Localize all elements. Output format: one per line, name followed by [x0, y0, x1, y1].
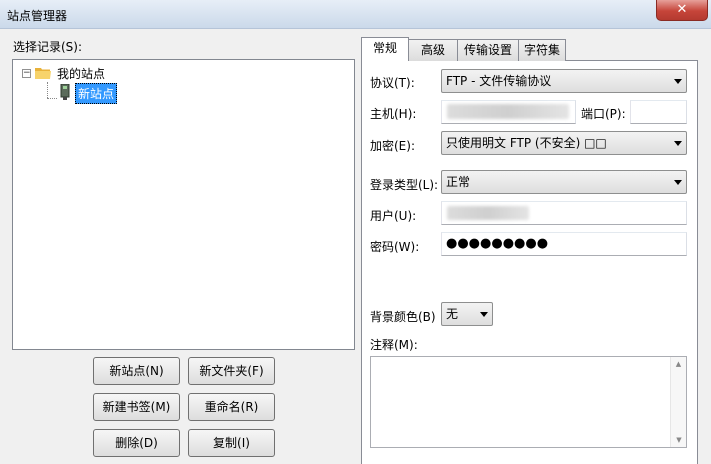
dropdown-arrow-icon — [674, 79, 682, 84]
tree-root-my-sites[interactable]: 我的站点 — [57, 65, 105, 82]
dropdown-arrow-icon — [674, 180, 682, 185]
protocol-label: 协议(T): — [370, 76, 415, 90]
protocol-value: FTP - 文件传输协议 — [446, 74, 552, 88]
new-folder-button[interactable]: 新文件夹(F) — [188, 357, 275, 385]
folder-icon — [35, 68, 51, 79]
tab-charset[interactable]: 字符集 — [518, 39, 566, 61]
logon-type-label: 登录类型(L): — [370, 178, 439, 192]
separator — [369, 294, 686, 295]
encryption-select[interactable]: 只使用明文 FTP (不安全) □□ — [441, 131, 687, 155]
tab-advanced[interactable]: 高级 — [408, 39, 458, 61]
scroll-up-icon[interactable]: ▲ — [671, 359, 686, 369]
logon-type-value: 正常 — [446, 175, 471, 189]
encryption-label: 加密(E): — [370, 139, 415, 153]
dropdown-arrow-icon — [480, 312, 488, 317]
tree-connector — [47, 82, 48, 98]
tree-item-new-site[interactable]: 新站点 — [75, 83, 118, 104]
password-label: 密码(W): — [370, 240, 420, 254]
encryption-value: 只使用明文 FTP (不安全) □□ — [446, 136, 607, 150]
separator — [369, 163, 686, 164]
delete-button[interactable]: 删除(D) — [93, 429, 180, 457]
close-button[interactable]: ✕ — [656, 0, 708, 21]
port-label: 端口(P): — [581, 107, 626, 121]
host-label: 主机(H): — [370, 107, 417, 121]
background-color-value: 无 — [446, 307, 459, 321]
rename-button[interactable]: 重命名(R) — [188, 393, 275, 421]
redacted-user — [447, 206, 529, 220]
password-value: ●●●●●●●●● — [446, 236, 549, 251]
tab-transfer-settings[interactable]: 传输设置 — [457, 39, 519, 61]
comment-scrollbar[interactable]: ▲ ▼ — [670, 357, 686, 447]
server-icon — [60, 84, 70, 100]
background-color-label: 背景颜色(B) — [370, 310, 436, 324]
scroll-down-icon[interactable]: ▼ — [671, 435, 687, 445]
select-entry-label: 选择记录(S): — [13, 40, 83, 54]
password-input[interactable]: ●●●●●●●●● — [441, 232, 687, 256]
dropdown-arrow-icon — [674, 141, 682, 146]
window-title: 站点管理器 — [7, 9, 68, 23]
port-input[interactable] — [630, 100, 687, 124]
copy-button[interactable]: 复制(I) — [188, 429, 275, 457]
collapse-expander-icon[interactable]: − — [22, 69, 31, 78]
logon-type-select[interactable]: 正常 — [441, 170, 687, 194]
title-bar: 站点管理器 ✕ — [0, 0, 711, 29]
new-site-button[interactable]: 新站点(N) — [93, 357, 180, 385]
redacted-host — [447, 104, 569, 119]
comment-label: 注释(M): — [370, 338, 418, 352]
tab-general[interactable]: 常规 — [361, 37, 409, 61]
protocol-select[interactable]: FTP - 文件传输协议 — [441, 69, 687, 93]
user-label: 用户(U): — [370, 209, 417, 223]
site-tree[interactable]: − 我的站点 新站点 — [12, 59, 355, 350]
tree-connector — [47, 98, 57, 99]
new-bookmark-button[interactable]: 新建书签(M) — [93, 393, 180, 421]
comment-textarea[interactable] — [370, 356, 687, 448]
background-color-select[interactable]: 无 — [441, 302, 493, 326]
